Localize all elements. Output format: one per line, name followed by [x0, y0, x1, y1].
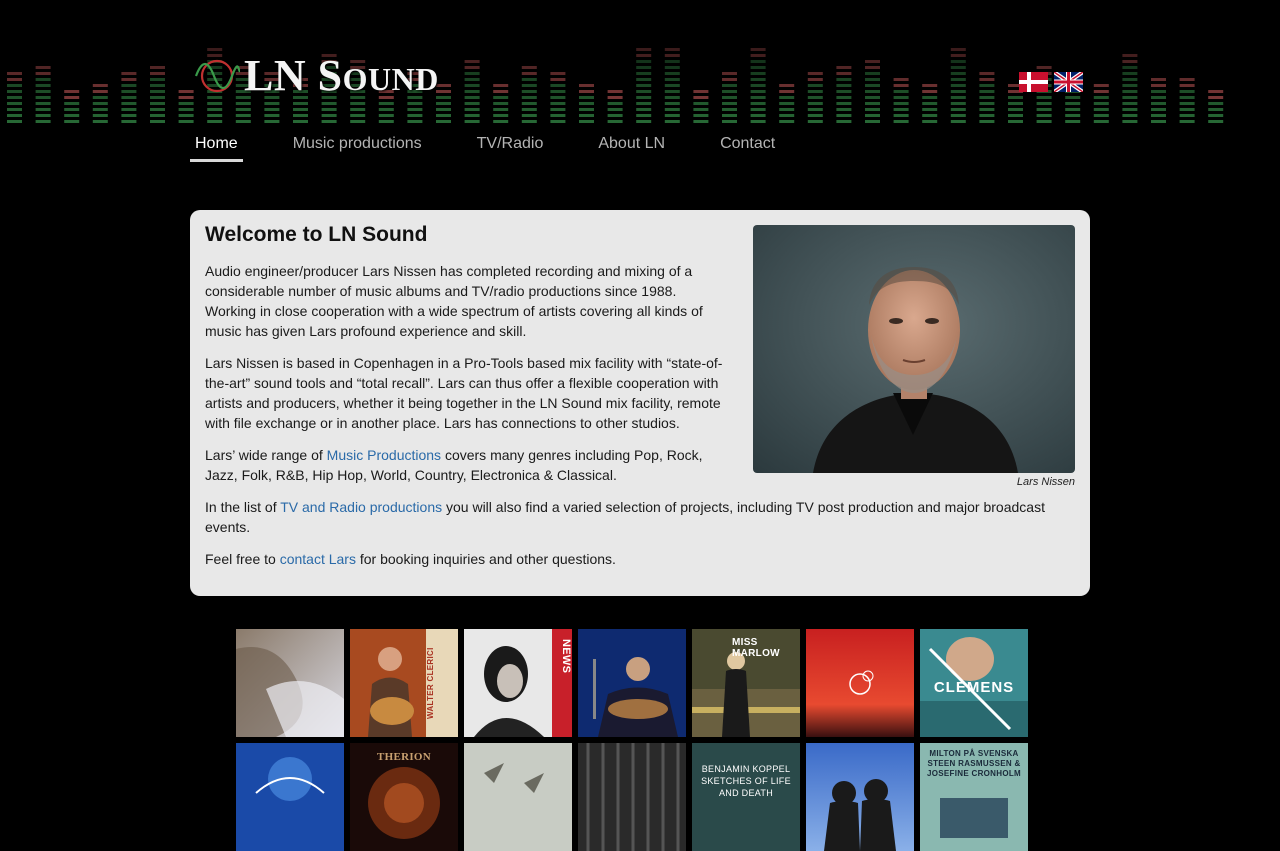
tv-radio-paragraph: In the list of TV and Radio productions … [205, 499, 1045, 535]
equalizer-background [7, 48, 1224, 123]
portrait-caption: Lars Nissen [1016, 476, 1075, 488]
contact-paragraph: Feel free to contact Lars for booking in… [205, 551, 616, 567]
album-cover[interactable]: BENJAMIN KOPPEL SKETCHES OF LIFE AND DEA… [692, 743, 800, 851]
nav-contact[interactable]: Contact [715, 130, 780, 162]
main-navigation: Home Music productions TV/Radio About LN… [190, 130, 825, 162]
music-productions-link[interactable]: Music Productions [327, 447, 441, 463]
album-cover[interactable] [464, 743, 572, 851]
album-cover[interactable] [806, 743, 914, 851]
site-header: LN SOUND [0, 0, 1280, 130]
genres-paragraph: Lars’ wide range of Music Productions co… [205, 447, 703, 483]
portrait-figure: Lars Nissen [753, 225, 1075, 488]
nav-home[interactable]: Home [190, 130, 243, 162]
album-cover[interactable]: THERION [350, 743, 458, 851]
welcome-section: Welcome to LN Sound Audio engineer/produ… [190, 210, 1090, 596]
lars-nissen-portrait [753, 225, 1075, 473]
nav-tv-radio[interactable]: TV/Radio [472, 130, 549, 162]
tv-radio-link[interactable]: TV and Radio productions [280, 499, 442, 515]
album-cover[interactable] [236, 629, 344, 737]
sine-wave-icon [194, 59, 240, 93]
album-cover[interactable] [806, 629, 914, 737]
album-cover[interactable] [578, 629, 686, 737]
site-logo[interactable]: LN SOUND [194, 54, 439, 98]
uk-flag-icon[interactable] [1054, 72, 1083, 92]
nav-about[interactable]: About LN [593, 130, 670, 162]
album-cover[interactable]: WALTER CLERICI [350, 629, 458, 737]
danish-flag-icon[interactable] [1019, 72, 1048, 92]
album-cover[interactable]: NEWS [464, 629, 572, 737]
language-switcher [1019, 72, 1083, 92]
album-cover[interactable] [578, 743, 686, 851]
album-cover[interactable]: MILTON PÅ SVENSKA STEEN RASMUSSEN & JOSE… [920, 743, 1028, 851]
album-cover[interactable] [236, 743, 344, 851]
logo-text: LN SOUND [244, 51, 439, 100]
contact-lars-link[interactable]: contact Lars [280, 551, 356, 567]
album-cover[interactable]: CLEMENS [920, 629, 1028, 737]
intro-paragraph: Audio engineer/producer Lars Nissen has … [205, 263, 703, 339]
facility-paragraph: Lars Nissen is based in Copenhagen in a … [205, 355, 723, 431]
album-cover[interactable]: MISS MARLOW [692, 629, 800, 737]
album-covers-grid: WALTER CLERICI NEWS MISS MARLOW CLEMENS … [236, 629, 1028, 851]
nav-music-productions[interactable]: Music productions [288, 130, 427, 162]
